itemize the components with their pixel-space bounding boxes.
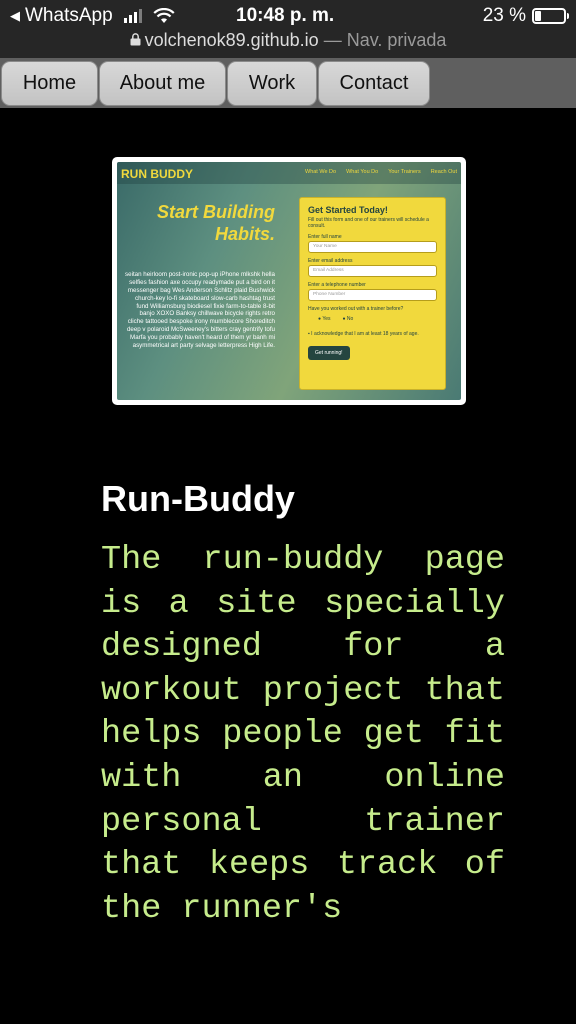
signal-icon (123, 9, 142, 23)
preview-phone-label: Enter a telephone number (308, 282, 366, 288)
private-mode-label: — Nav. privada (318, 30, 447, 50)
status-right: 23 % (482, 5, 569, 27)
wifi-icon (153, 8, 175, 23)
preview-radio-yes: ● Yes (318, 316, 331, 322)
preview-form-title: Get Started Today! (308, 205, 388, 215)
status-bar: ◀ WhatsApp 10:48 p. m. 23 % (0, 0, 576, 30)
preview-email-label: Enter email address (308, 258, 353, 264)
preview-nav-item: What You Do (346, 169, 379, 175)
back-arrow-icon: ◀ (10, 8, 20, 23)
battery-percent: 23 % (482, 5, 526, 26)
preview-form-intro: Fill out this form and one of our traine… (308, 217, 429, 229)
nav-work[interactable]: Work (227, 61, 317, 106)
clock: 10:48 p. m. (236, 5, 335, 26)
preview-nav-item: Your Trainers (388, 169, 421, 175)
lock-icon (130, 30, 141, 51)
preview-body-text: seitan heirloom post-ironic pop-up iPhon… (125, 271, 275, 349)
site-nav: Home About me Work Contact (0, 58, 576, 108)
preview-radios: ● Yes ● No (308, 316, 437, 322)
preview-email-field: Email Address (308, 265, 437, 277)
project-screenshot[interactable]: RUN BUDDY What We Do What You Do Your Tr… (112, 157, 466, 405)
nav-about-me[interactable]: About me (99, 61, 226, 106)
preview-nav-item: Reach Out (430, 169, 457, 175)
preview-header: RUN BUDDY What We Do What You Do Your Tr… (117, 162, 461, 184)
preview-hero: Start Building Habits. (157, 202, 275, 244)
preview-nav: What We Do What You Do Your Trainers Rea… (305, 169, 457, 175)
project-title: Run-Buddy (101, 478, 295, 519)
preview-nav-item: What We Do (305, 169, 337, 175)
battery-icon (532, 8, 569, 24)
preview-form: Get Started Today! Fill out this form an… (299, 197, 446, 390)
run-buddy-preview: RUN BUDDY What We Do What You Do Your Tr… (117, 162, 461, 400)
preview-name-field: Your Name (308, 241, 437, 253)
back-app-label: WhatsApp (25, 5, 113, 26)
status-left[interactable]: ◀ WhatsApp (10, 5, 175, 27)
nav-home[interactable]: Home (1, 61, 98, 106)
preview-age-checkbox: ▪ I acknowledge that I am at least 18 ye… (308, 331, 419, 337)
preview-phone-field: Phone Number (308, 289, 437, 301)
preview-logo: RUN BUDDY (121, 167, 193, 181)
preview-question: Have you worked out with a trainer befor… (308, 306, 404, 312)
preview-submit-button: Get running! (308, 345, 350, 360)
preview-name-label: Enter full name (308, 234, 342, 240)
preview-radio-no: ● No (342, 316, 354, 322)
nav-contact[interactable]: Contact (318, 61, 430, 106)
project-description: The run-buddy page is a site specially d… (101, 541, 505, 928)
url-domain: volchenok89.github.io (144, 30, 319, 50)
address-bar[interactable]: volchenok89.github.io — Nav. privada (0, 30, 576, 58)
